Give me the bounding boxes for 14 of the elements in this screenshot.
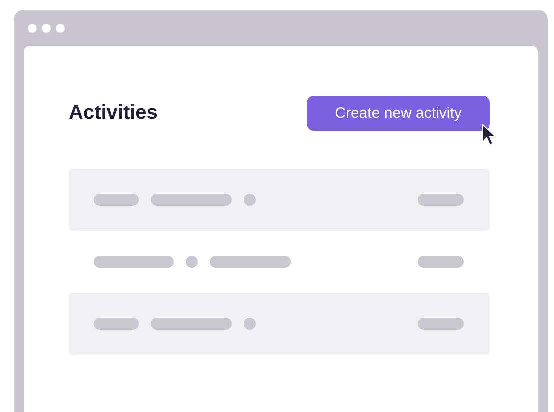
create-button[interactable]: Create new activity (307, 96, 490, 131)
placeholder-bar (418, 256, 464, 268)
placeholder-bar (94, 194, 139, 206)
placeholder-dot (244, 194, 256, 206)
window-dot-icon (56, 24, 65, 32)
placeholder-bar (418, 318, 464, 330)
placeholder-dot (244, 318, 256, 330)
placeholder-dot (186, 256, 198, 268)
window-dot-icon (42, 24, 51, 32)
placeholder-bar (94, 318, 139, 330)
window-dot-icon (28, 24, 37, 32)
placeholder-bar (418, 194, 464, 206)
cursor-icon (482, 124, 498, 146)
page-title: Activities (69, 102, 158, 125)
